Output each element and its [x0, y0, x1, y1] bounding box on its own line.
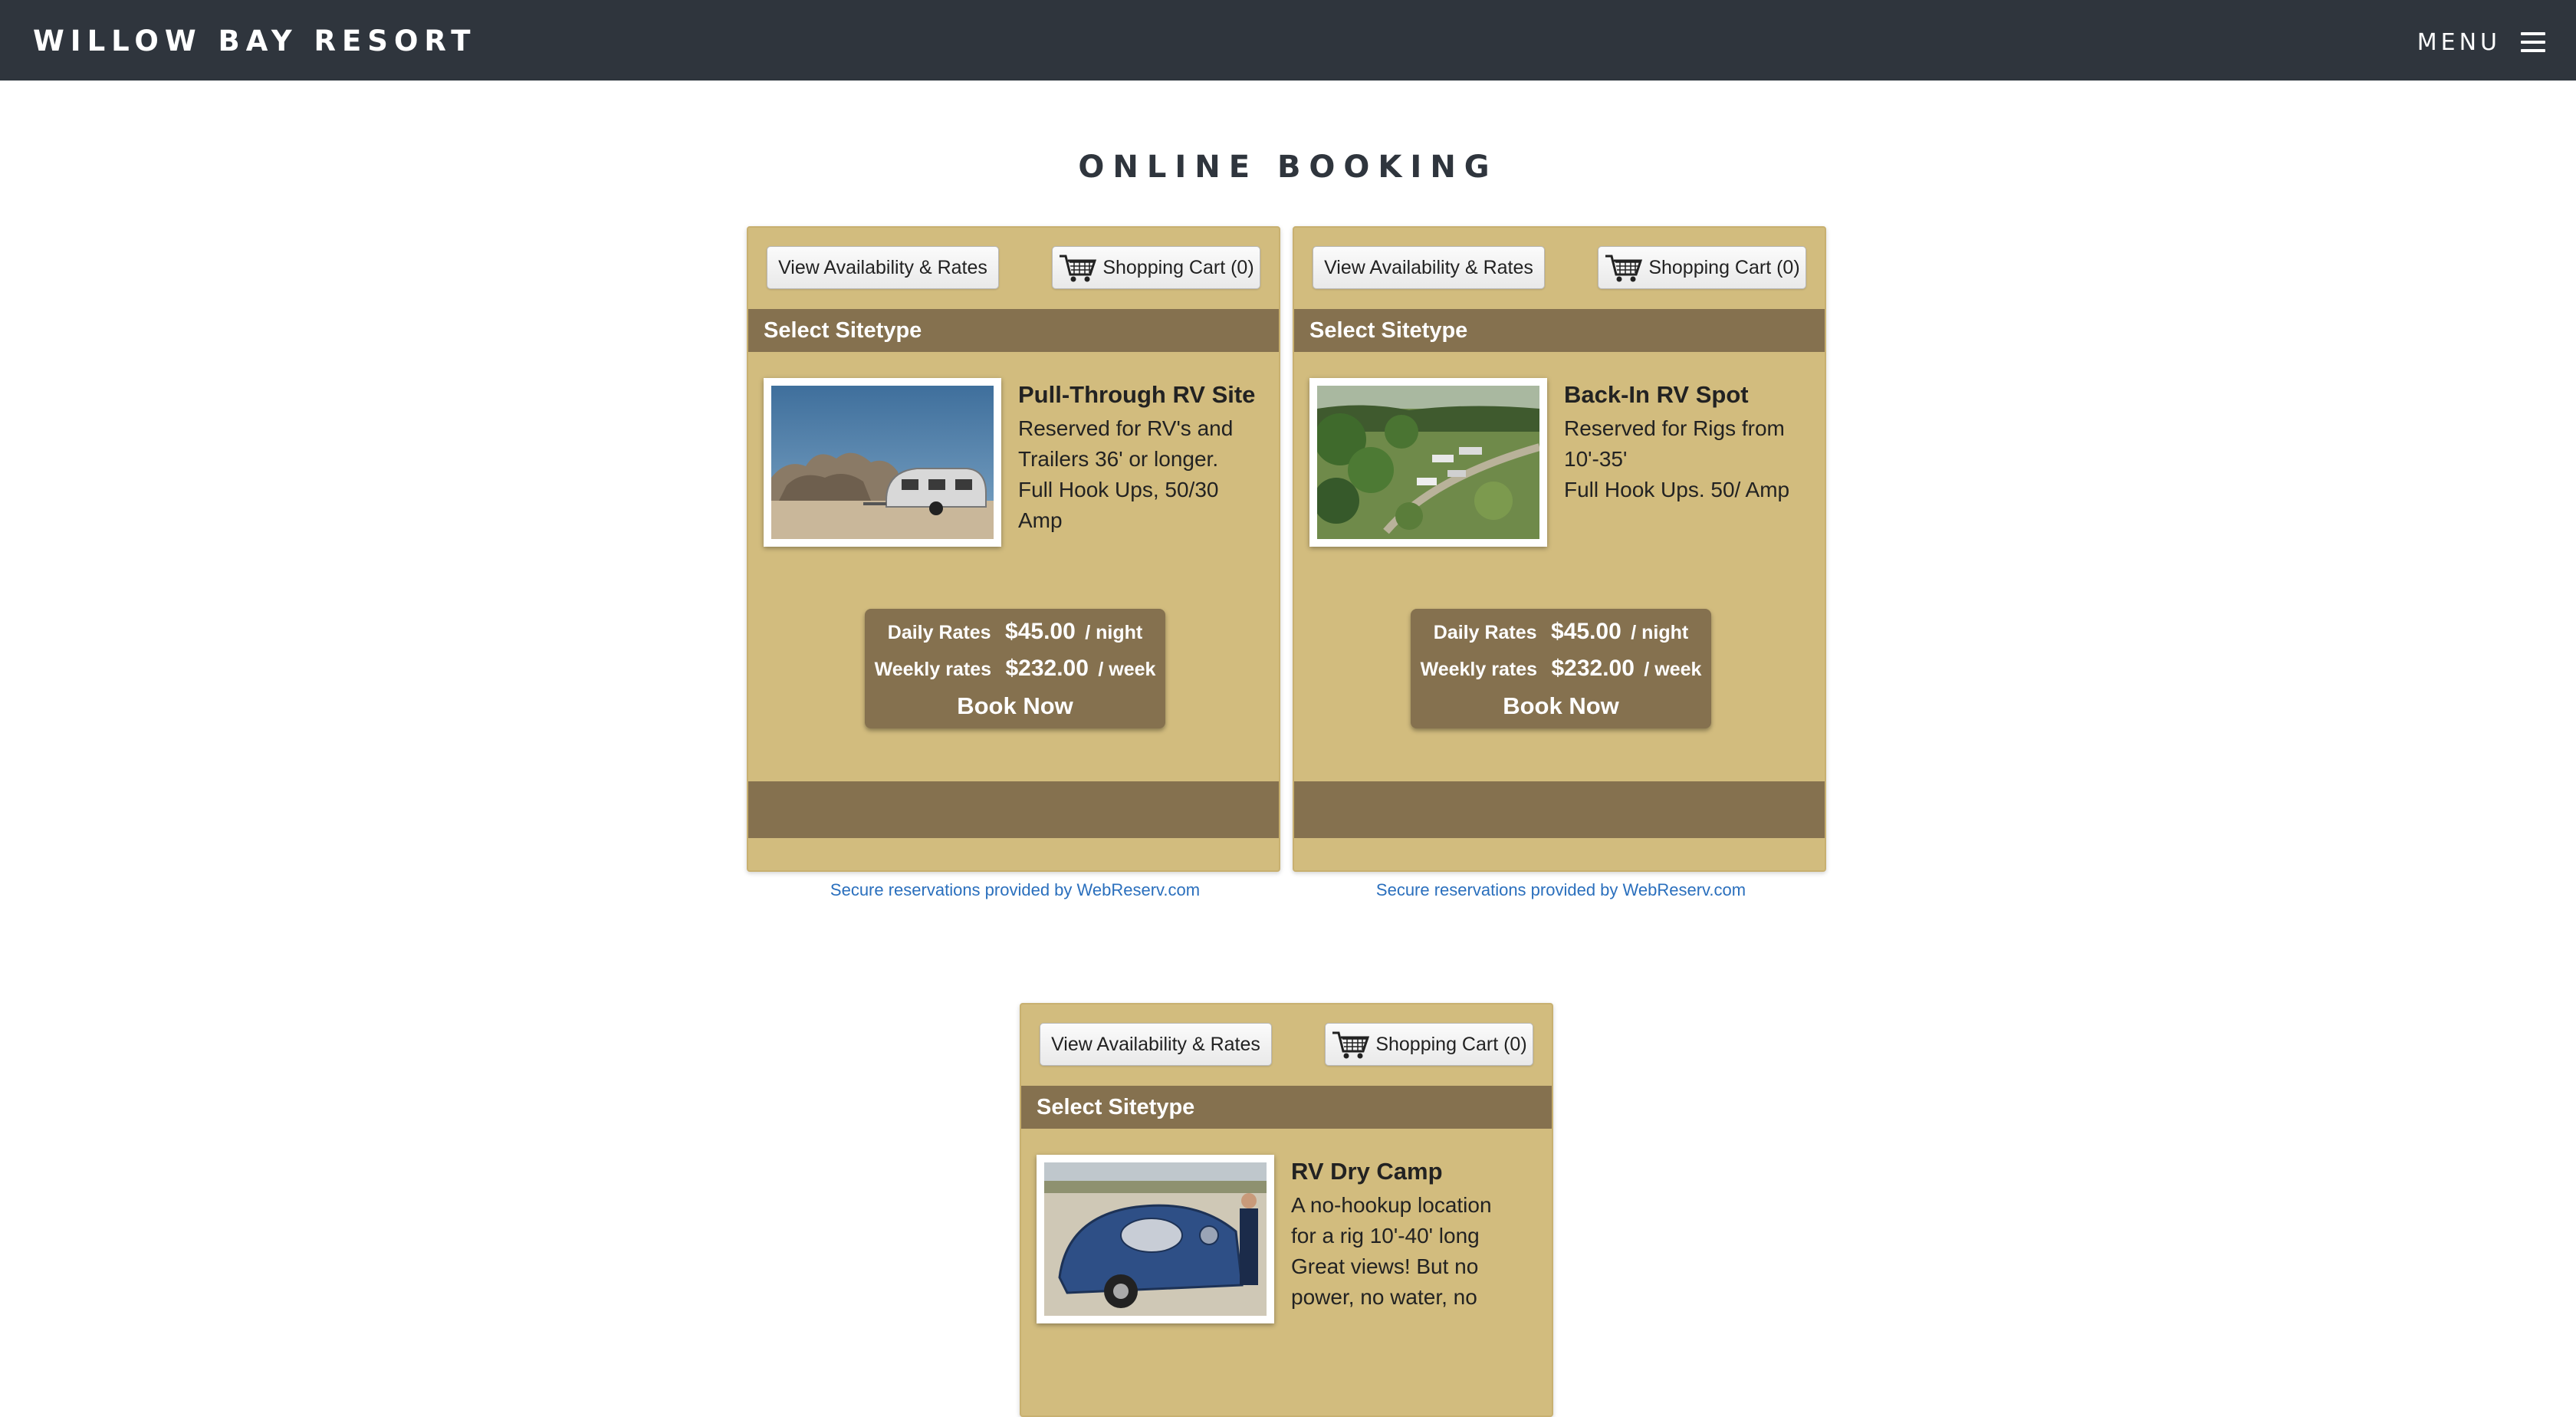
daily-rate-row: Daily Rates $45.00 / night: [865, 613, 1165, 654]
weekly-rate-amount: $232.00: [1005, 656, 1089, 681]
teardrop-trailer-photo: [1044, 1162, 1267, 1316]
sitetype-item: Back-In RV Spot Reserved for Rigs from 1…: [1294, 352, 1825, 594]
description-line: Full Hook Ups, 50/30: [1018, 478, 1219, 501]
daily-rate-amount: $45.00: [1005, 619, 1076, 644]
site-name[interactable]: Back-In RV Spot: [1564, 380, 1809, 410]
airstream-photo: [771, 386, 994, 539]
top-navbar: WILLOW BAY RESORT MENU: [0, 0, 2576, 81]
view-availability-button[interactable]: View Availability & Rates: [1313, 246, 1545, 289]
daily-rate-label: Daily Rates: [1433, 622, 1537, 643]
shopping-cart-button[interactable]: Shopping Cart (0): [1325, 1023, 1533, 1066]
site-name[interactable]: RV Dry Camp: [1291, 1156, 1536, 1187]
daily-rate-amount: $45.00: [1551, 619, 1622, 644]
section-heading: Select Sitetype: [1294, 309, 1825, 352]
site-description: Reserved for Rigs from 10'-35' Full Hook…: [1564, 413, 1802, 505]
site-image[interactable]: [764, 378, 1001, 547]
description-line: power, no water, no: [1291, 1285, 1477, 1309]
description-line: A no-hookup location: [1291, 1193, 1492, 1217]
shopping-cart-label[interactable]: Shopping Cart (0): [1102, 257, 1254, 279]
description-line: Amp: [1018, 508, 1063, 532]
view-availability-button[interactable]: View Availability & Rates: [1040, 1023, 1272, 1066]
site-image[interactable]: [1309, 378, 1547, 547]
rates-box: Daily Rates $45.00 / night Weekly rates …: [1411, 609, 1711, 728]
shopping-cart-button[interactable]: Shopping Cart (0): [1052, 246, 1260, 289]
description-line: Great views! But no: [1291, 1254, 1479, 1278]
book-now-button[interactable]: Book Now: [1411, 689, 1711, 724]
booking-card-pull-through: View Availability & Rates Shopping Cart …: [747, 226, 1280, 872]
weekly-rate-amount: $232.00: [1551, 656, 1635, 681]
secure-reservations-link[interactable]: Secure reservations provided by WebReser…: [747, 879, 1283, 902]
section-heading: Select Sitetype: [1021, 1086, 1552, 1129]
card-footer-bar: [748, 781, 1279, 838]
site-image[interactable]: [1037, 1155, 1274, 1323]
shopping-cart-icon: [1605, 255, 1643, 282]
description-line: 10'-35': [1564, 447, 1628, 471]
daily-rate-label: Daily Rates: [887, 622, 991, 643]
site-description: A no-hookup location for a rig 10'-40' l…: [1291, 1190, 1529, 1313]
weekly-rate-row: Weekly rates $232.00 / week: [865, 652, 1165, 689]
description-line: Full Hook Ups. 50/ Amp: [1564, 478, 1790, 501]
shopping-cart-button[interactable]: Shopping Cart (0): [1598, 246, 1806, 289]
shopping-cart-label[interactable]: Shopping Cart (0): [1375, 1034, 1526, 1056]
sitetype-item: Pull-Through RV Site Reserved for RV's a…: [748, 352, 1279, 594]
sitetype-item: RV Dry Camp A no-hookup location for a r…: [1021, 1129, 1552, 1371]
book-now-button[interactable]: Book Now: [865, 689, 1165, 724]
daily-rate-row: Daily Rates $45.00 / night: [1411, 613, 1711, 654]
campground-photo: [1317, 386, 1539, 539]
rates-box: Daily Rates $45.00 / night Weekly rates …: [865, 609, 1165, 728]
secure-reservations-link[interactable]: Secure reservations provided by WebReser…: [1293, 879, 1829, 902]
daily-rate-unit: / night: [1085, 622, 1143, 643]
view-availability-button[interactable]: View Availability & Rates: [767, 246, 999, 289]
section-heading: Select Sitetype: [748, 309, 1279, 352]
site-description: Reserved for RV's and Trailers 36' or lo…: [1018, 413, 1256, 536]
daily-rate-unit: / night: [1631, 622, 1689, 643]
weekly-rate-unit: / week: [1098, 659, 1156, 680]
description-line: Trailers 36' or longer.: [1018, 447, 1219, 471]
shopping-cart-icon: [1060, 255, 1097, 282]
description-line: Reserved for RV's and: [1018, 416, 1234, 440]
menu-button[interactable]: MENU: [2417, 25, 2545, 60]
shopping-cart-label[interactable]: Shopping Cart (0): [1648, 257, 1799, 279]
booking-card-dry-camp: View Availability & Rates Shopping Cart …: [1020, 1003, 1553, 1417]
description-line: for a rig 10'-40' long: [1291, 1224, 1480, 1248]
hamburger-icon[interactable]: [2521, 32, 2545, 52]
weekly-rate-unit: / week: [1644, 659, 1702, 680]
site-name[interactable]: Pull-Through RV Site: [1018, 380, 1263, 410]
weekly-rate-label: Weekly rates: [874, 659, 991, 680]
description-line: Reserved for Rigs from: [1564, 416, 1785, 440]
weekly-rate-label: Weekly rates: [1420, 659, 1537, 680]
menu-label[interactable]: MENU: [2417, 29, 2501, 56]
booking-card-back-in: View Availability & Rates Shopping Cart …: [1293, 226, 1826, 872]
card-toolbar: View Availability & Rates Shopping Cart …: [1294, 228, 1825, 309]
page-title: ONLINE BOOKING: [1078, 150, 1498, 185]
site-brand[interactable]: WILLOW BAY RESORT: [33, 23, 476, 60]
card-toolbar: View Availability & Rates Shopping Cart …: [1021, 1004, 1552, 1086]
weekly-rate-row: Weekly rates $232.00 / week: [1411, 652, 1711, 689]
card-toolbar: View Availability & Rates Shopping Cart …: [748, 228, 1279, 309]
card-footer-bar: [1294, 781, 1825, 838]
shopping-cart-icon: [1332, 1031, 1370, 1059]
